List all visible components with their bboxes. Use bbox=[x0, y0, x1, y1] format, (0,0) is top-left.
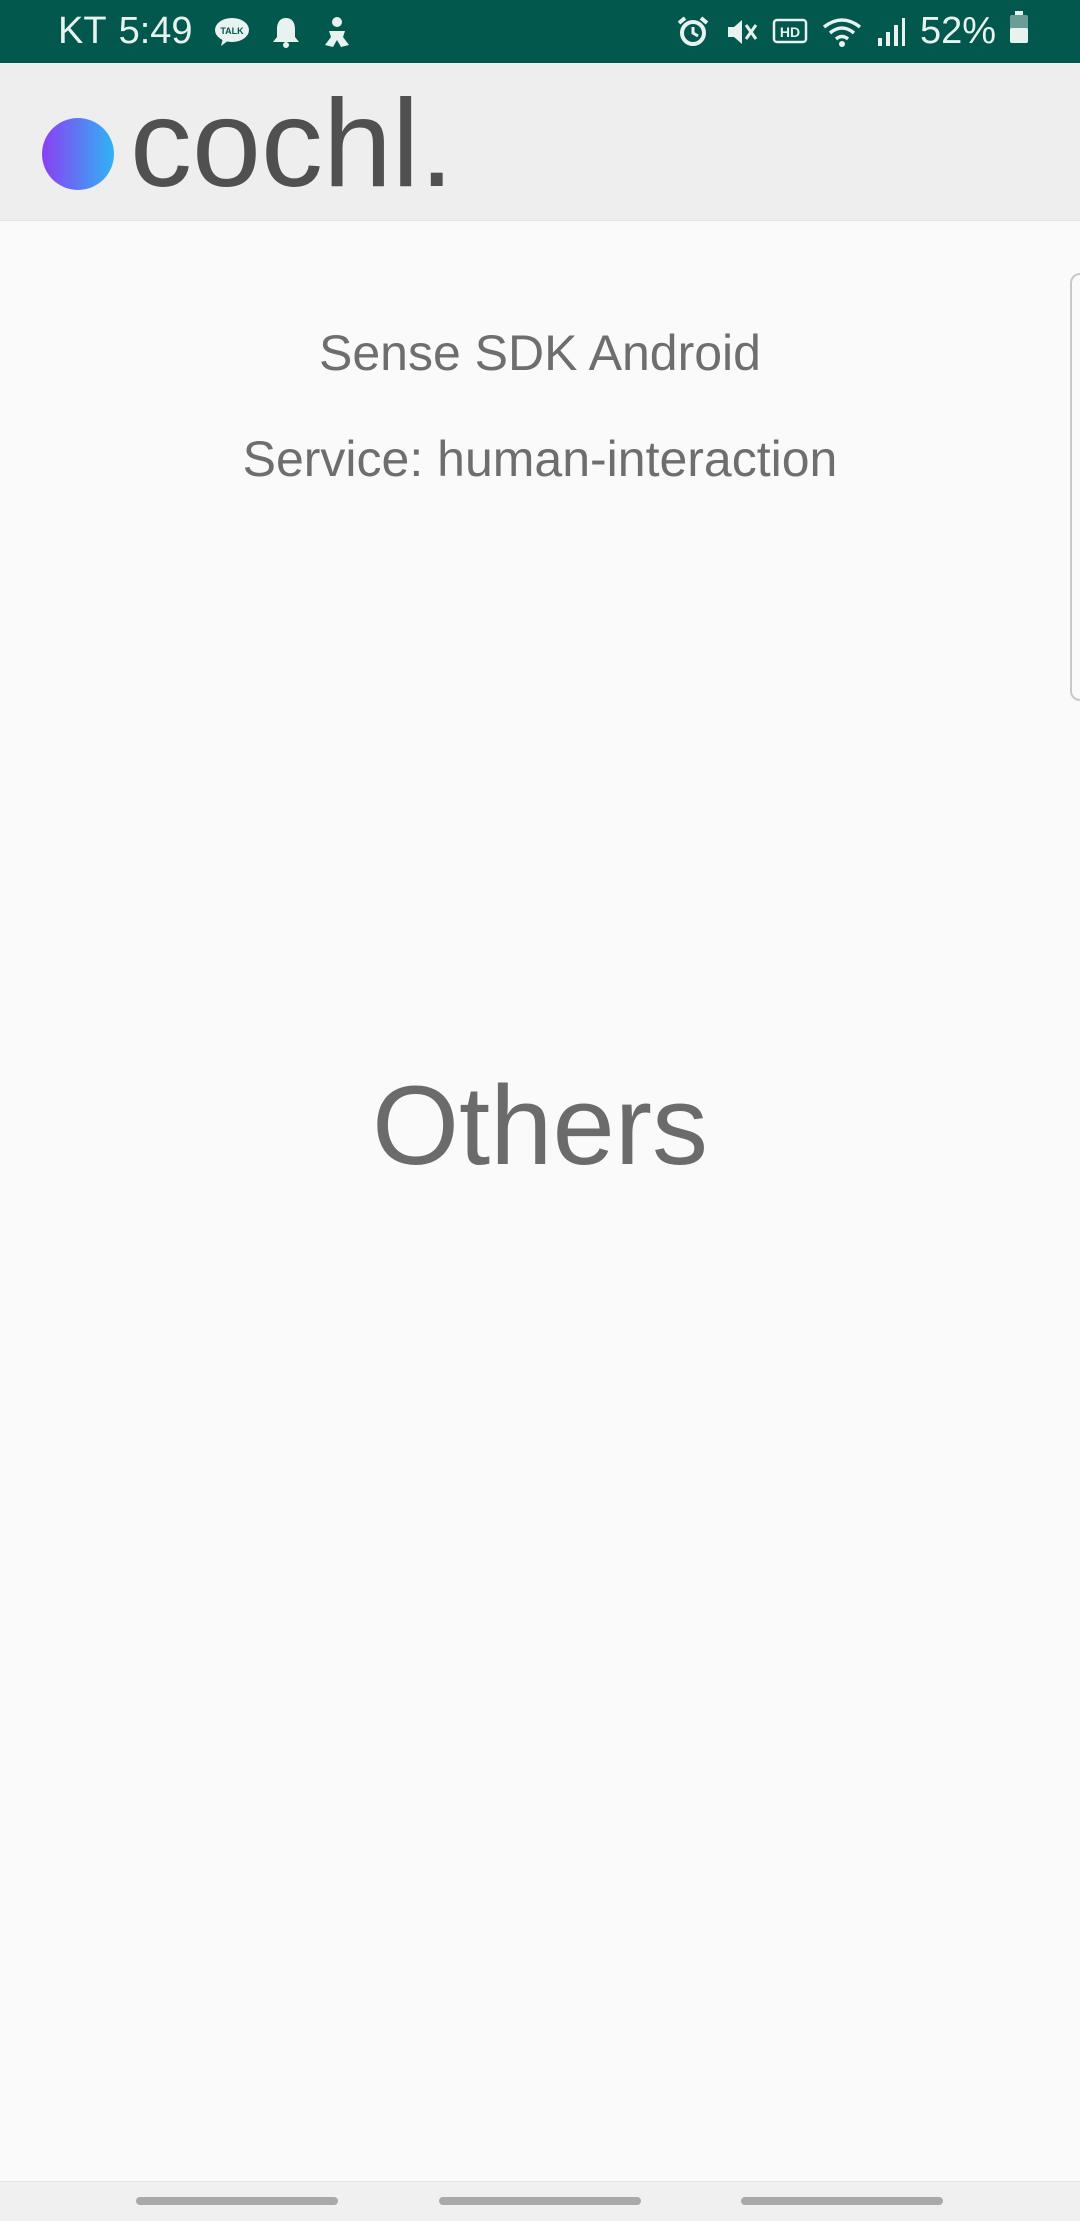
signal-icon bbox=[876, 16, 906, 48]
main-content: Sense SDK Android Service: human-interac… bbox=[0, 221, 1080, 2181]
sdk-title: Sense SDK Android bbox=[319, 325, 761, 381]
alarm-icon bbox=[676, 15, 710, 49]
clock: 5:49 bbox=[118, 10, 193, 52]
recent-apps-button[interactable] bbox=[136, 2197, 338, 2205]
edge-panel-handle[interactable] bbox=[1070, 273, 1080, 701]
service-label: Service: human-interaction bbox=[242, 431, 838, 487]
cochl-logo: cochl. bbox=[42, 75, 482, 213]
svg-text:HD: HD bbox=[780, 24, 800, 40]
back-button[interactable] bbox=[741, 2197, 943, 2205]
detection-result-label: Others bbox=[371, 1063, 709, 1188]
bell-icon bbox=[271, 15, 301, 49]
status-left: KT 5:49 TALK bbox=[58, 0, 353, 63]
navigation-bar bbox=[0, 2181, 1080, 2221]
kakaotalk-icon: TALK bbox=[213, 16, 251, 48]
vibrate-icon bbox=[724, 15, 758, 49]
app-bar: cochl. bbox=[0, 63, 1080, 221]
battery-icon bbox=[1008, 10, 1030, 54]
hd-icon: HD bbox=[772, 17, 808, 47]
person-icon bbox=[321, 15, 353, 49]
wifi-icon bbox=[822, 15, 862, 49]
logo-text: cochl. bbox=[130, 96, 454, 192]
svg-text:TALK: TALK bbox=[220, 26, 244, 36]
battery-percent: 52% bbox=[919, 10, 996, 52]
status-right: HD 52% bbox=[676, 0, 1030, 63]
carrier-label: KT bbox=[58, 10, 107, 52]
status-bar: KT 5:49 TALK HD 52% bbox=[0, 0, 1080, 63]
home-button[interactable] bbox=[439, 2197, 641, 2205]
